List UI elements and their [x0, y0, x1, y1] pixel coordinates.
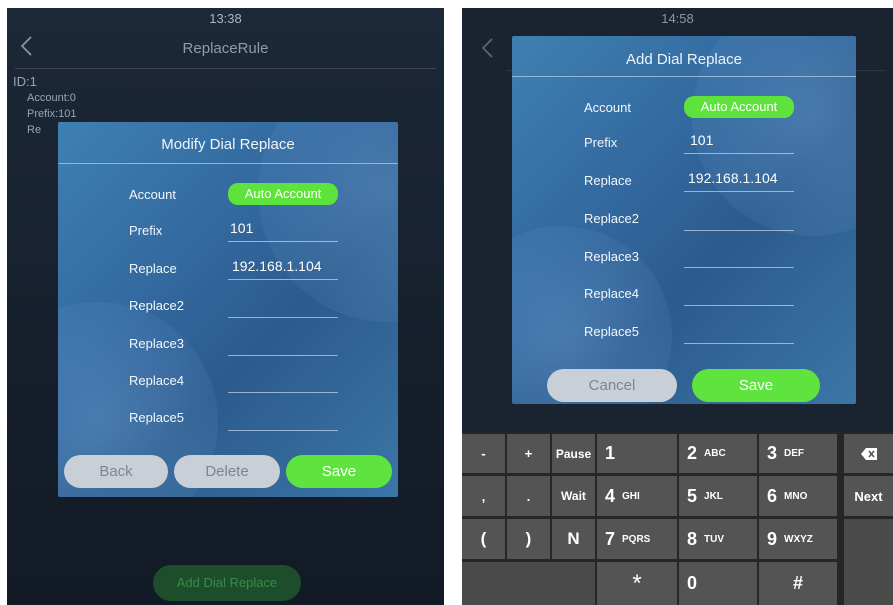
account-label: Account [129, 187, 176, 202]
key-0[interactable]: 0 [679, 562, 757, 605]
page-title: ReplaceRule [182, 40, 269, 57]
back-chevron-icon[interactable] [480, 36, 496, 60]
rule-replace-partial: Re [27, 124, 42, 136]
account-select[interactable]: Auto Account [228, 183, 338, 205]
key-hash[interactable]: # [759, 562, 837, 605]
save-button[interactable]: Save [286, 455, 392, 488]
account-label: Account [584, 100, 631, 115]
back-button[interactable]: Back [64, 455, 168, 488]
replace4-underline [228, 392, 338, 393]
prefix-underline [684, 153, 794, 154]
header-divider [15, 68, 436, 69]
replace5-label: Replace5 [129, 410, 184, 425]
replace2-underline [228, 317, 338, 318]
keypad: - + Pause 1 2 ABC 3 DEF , . Wait 4 GHI 5 JKL… [462, 432, 893, 605]
replace2-label: Replace2 [584, 211, 639, 226]
backspace-icon [860, 447, 877, 460]
key-wait[interactable]: Wait [552, 476, 595, 516]
key-left-paren[interactable]: ( [462, 519, 505, 559]
left-screen: 13:38 ReplaceRule ID:1 Account:0 Prefix:… [7, 8, 444, 605]
replace-label: Replace [129, 261, 177, 276]
status-time: 13:38 [209, 11, 242, 26]
dialog-divider [58, 163, 398, 164]
dialog-divider [512, 76, 856, 77]
prefix-input[interactable]: 101 [690, 132, 794, 148]
dialog-title: Modify Dial Replace [161, 136, 295, 153]
key-star[interactable]: * [597, 562, 677, 605]
replace-underline [228, 279, 338, 280]
replace-input[interactable]: 192.168.1.104 [688, 170, 794, 186]
key-pause[interactable]: Pause [552, 434, 595, 473]
key-2[interactable]: 2 ABC [679, 434, 757, 473]
rule-id: ID:1 [13, 74, 37, 89]
rule-account: Account:0 [27, 92, 76, 104]
replace4-label: Replace4 [129, 373, 184, 388]
key-plus[interactable]: + [507, 434, 550, 473]
replace2-underline [684, 230, 794, 231]
replace-underline [684, 191, 794, 192]
prefix-label: Prefix [129, 223, 163, 238]
backspace-key[interactable] [844, 434, 893, 473]
replace4-label: Replace4 [584, 286, 639, 301]
replace5-underline [684, 343, 794, 344]
status-time: 14:58 [661, 11, 694, 26]
replace2-label: Replace2 [129, 298, 184, 313]
delete-button[interactable]: Delete [174, 455, 280, 488]
prefix-label: Prefix [584, 135, 618, 150]
replace5-underline [228, 430, 338, 431]
key-1[interactable]: 1 [597, 434, 677, 473]
replace5-label: Replace5 [584, 324, 639, 339]
add-dial-replace-button[interactable]: Add Dial Replace [153, 565, 301, 601]
prefix-underline [228, 241, 338, 242]
account-select[interactable]: Auto Account [684, 96, 794, 118]
replace-input[interactable]: 192.168.1.104 [232, 258, 338, 274]
key-n[interactable]: N [552, 519, 595, 559]
key-3[interactable]: 3 DEF [759, 434, 837, 473]
key-minus[interactable]: - [462, 434, 505, 473]
key-4[interactable]: 4 GHI [597, 476, 677, 516]
add-dial-replace-dialog: Add Dial Replace Account Auto Account Pr… [512, 36, 856, 404]
key-blank-left [462, 562, 595, 605]
rule-prefix: Prefix:101 [27, 108, 77, 120]
key-7[interactable]: 7 PQRS [597, 519, 677, 559]
save-button[interactable]: Save [692, 369, 820, 402]
key-6[interactable]: 6 MNO [759, 476, 837, 516]
key-period[interactable]: . [507, 476, 550, 516]
cancel-button[interactable]: Cancel [547, 369, 677, 402]
replace3-underline [684, 267, 794, 268]
replace3-label: Replace3 [129, 336, 184, 351]
key-8[interactable]: 8 TUV [679, 519, 757, 559]
replace3-underline [228, 355, 338, 356]
dialog-title: Add Dial Replace [626, 51, 742, 68]
replace3-label: Replace3 [584, 249, 639, 264]
key-9[interactable]: 9 WXYZ [759, 519, 837, 559]
key-5[interactable]: 5 JKL [679, 476, 757, 516]
key-right-paren[interactable]: ) [507, 519, 550, 559]
key-comma[interactable]: , [462, 476, 505, 516]
replace4-underline [684, 305, 794, 306]
replace-label: Replace [584, 173, 632, 188]
right-screen: 14:58 Add Dial Replace Account Auto Acco… [462, 8, 893, 605]
prefix-input[interactable]: 101 [230, 220, 338, 236]
key-blank-right [844, 519, 893, 605]
next-key[interactable]: Next [844, 476, 893, 516]
modify-dial-replace-dialog: Modify Dial Replace Account Auto Account… [58, 122, 398, 497]
